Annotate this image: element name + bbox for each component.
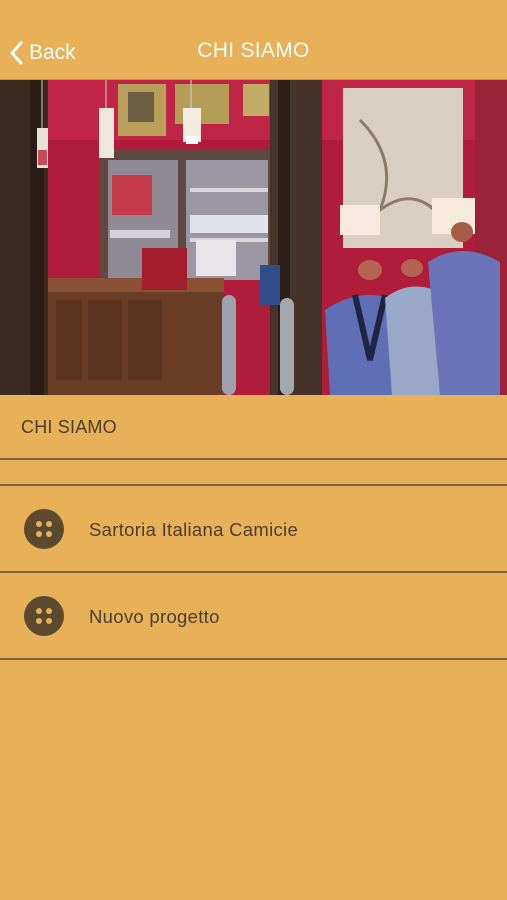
hero-image [0, 80, 507, 395]
page-title: CHI SIAMO [197, 39, 310, 62]
list-item-label: Sartoria Italiana Camicie [89, 519, 299, 540]
button-icon [24, 596, 64, 636]
section-title: CHI SIAMO [21, 417, 117, 437]
divider [0, 460, 507, 486]
button-icon [24, 509, 64, 549]
list-item-nuovo-progetto[interactable]: Nuovo progetto [0, 573, 507, 660]
screen: Back CHI SIAMO CHI SIAMO Sartoria Italia… [0, 0, 507, 900]
list-item-sartoria[interactable]: Sartoria Italiana Camicie [0, 486, 507, 573]
list-item-label: Nuovo progetto [89, 606, 220, 627]
nav-bar: Back CHI SIAMO [0, 0, 507, 80]
section-header: CHI SIAMO [0, 396, 507, 460]
